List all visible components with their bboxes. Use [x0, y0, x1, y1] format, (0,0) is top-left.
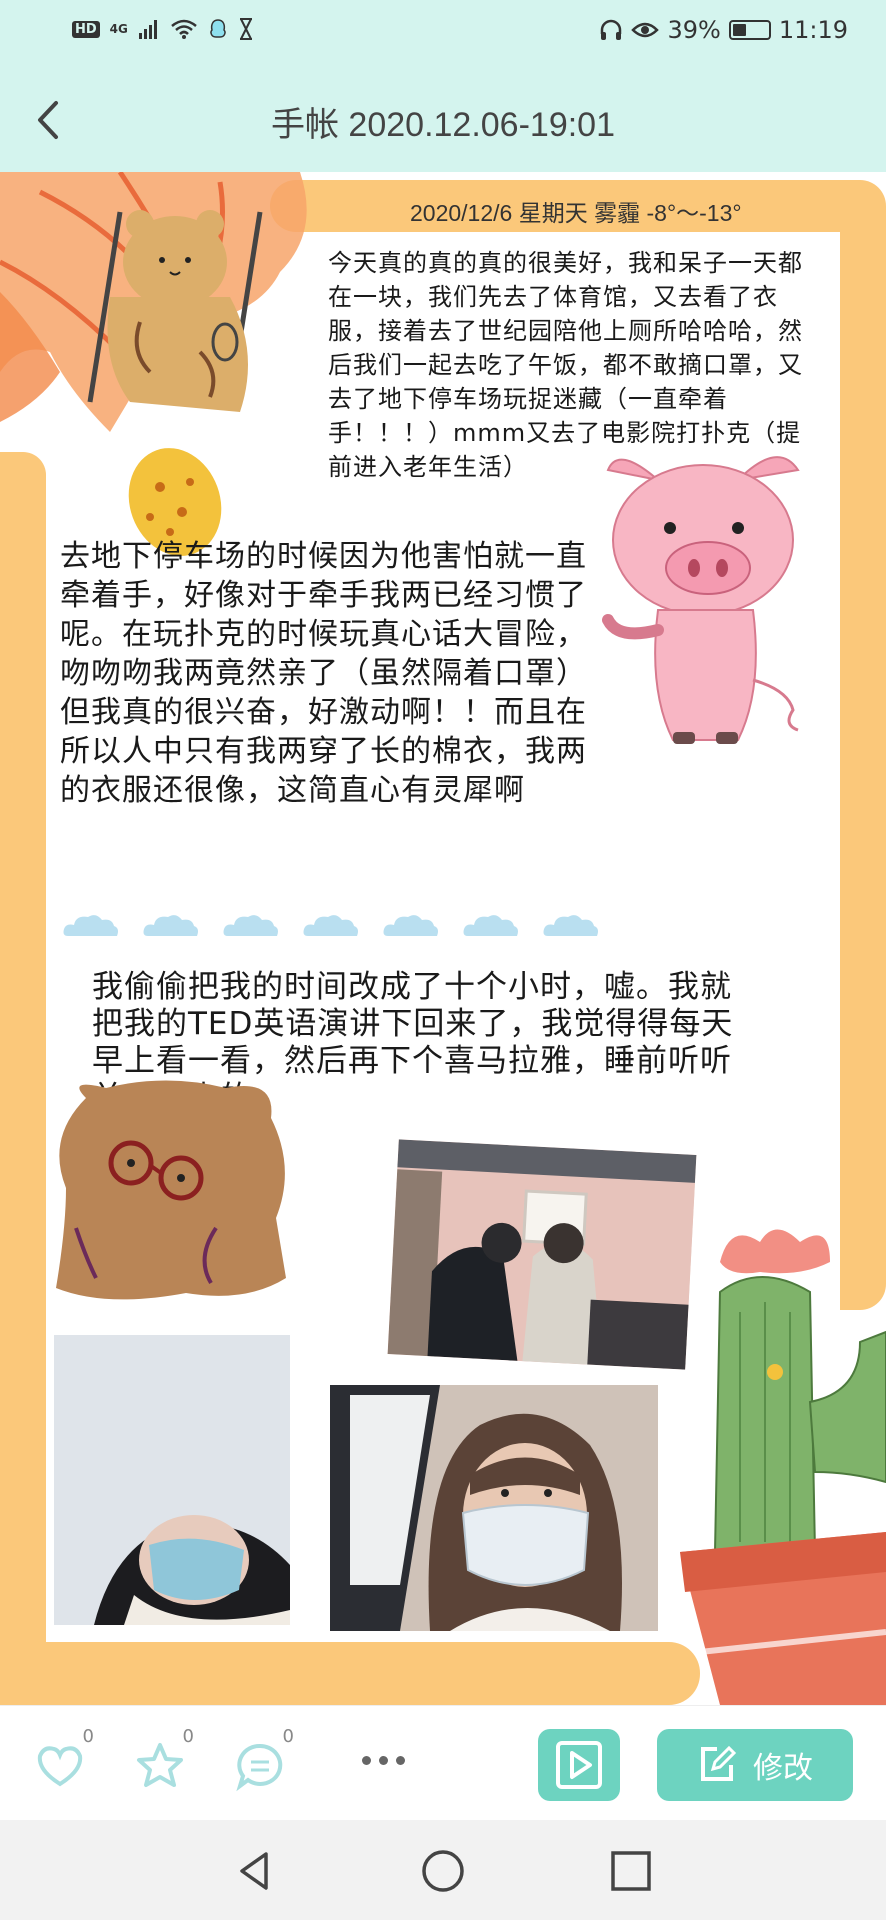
wifi-icon: [171, 19, 197, 39]
photo-selfie-car[interactable]: [330, 1385, 658, 1631]
hourglass-icon: [239, 18, 252, 40]
nav-recent-icon[interactable]: [608, 1848, 654, 1894]
battery-percent: 39%: [667, 16, 721, 44]
photo-image: [387, 1139, 697, 1370]
play-button[interactable]: [538, 1729, 620, 1801]
action-bar: 0 0 0 修改: [0, 1705, 886, 1820]
play-icon: [556, 1741, 602, 1789]
more-icon[interactable]: [362, 1756, 405, 1765]
star-icon: [137, 1743, 183, 1787]
edit-icon: [701, 1745, 737, 1781]
heart-icon: [37, 1746, 83, 1787]
photo-image: [330, 1385, 658, 1631]
hd-badge: HD: [72, 20, 100, 38]
headphones-icon: [601, 19, 622, 40]
bear-glasses-sticker: [56, 1080, 286, 1300]
like-count: 0: [82, 1726, 94, 1747]
favorite-button[interactable]: 0: [134, 1726, 194, 1792]
cloud-icon: [223, 915, 278, 936]
photo-mirror-selfie[interactable]: [387, 1139, 697, 1370]
battery-icon: [728, 20, 771, 40]
network-label: 4G: [109, 22, 128, 36]
edit-label: 修改: [753, 1751, 813, 1786]
pig-sticker: [602, 456, 800, 744]
eye-comfort-icon: [631, 22, 660, 38]
nav-back-icon[interactable]: [232, 1848, 278, 1894]
cloud-icon: [63, 915, 118, 936]
frame-right: [840, 180, 886, 1310]
cloud-divider: [62, 912, 600, 940]
comment-count: 0: [282, 1726, 294, 1747]
journal-canvas: 2020/12/6 星期天 雾霾 -8°～-13° 今天真的真的真的很美好，我和…: [0, 172, 886, 1705]
status-bar: HD 4G 39% 11:19: [0, 0, 886, 65]
cloud-icon: [143, 915, 198, 936]
frame-bottom: [0, 1642, 700, 1705]
app-notification-icon: [210, 19, 226, 38]
cloud-icon: [303, 915, 358, 936]
status-right: 39% 11:19: [599, 16, 848, 44]
comment-button[interactable]: 0: [234, 1726, 294, 1792]
cactus-sticker: [680, 1229, 886, 1705]
cloud-icon: [463, 915, 518, 936]
cloud-icon: [383, 915, 438, 936]
journal-paragraph-2: 去地下停车场的时候因为他害怕就一直牵着手，好像对于牵手我两已经习惯了呢。在玩扑克…: [60, 539, 587, 808]
signal-icon: [138, 20, 157, 39]
like-button[interactable]: 0: [34, 1726, 94, 1792]
system-nav-bar: [0, 1820, 886, 1920]
page-title: 手帐 2020.12.06-19:01: [270, 106, 616, 144]
clock: 11:19: [778, 16, 848, 44]
edit-button[interactable]: 修改: [657, 1729, 853, 1801]
comment-icon: [236, 1743, 283, 1792]
bear-swing-sticker: [87, 210, 263, 412]
frame-left: [0, 452, 46, 1705]
favorite-count: 0: [182, 1726, 194, 1747]
photo-selfie-sky[interactable]: [54, 1335, 290, 1625]
nav-home-icon[interactable]: [420, 1848, 466, 1894]
cloud-icon: [543, 915, 598, 936]
photo-image: [54, 1335, 290, 1625]
app-bar: 手帐 2020.12.06-19:01: [0, 65, 886, 172]
status-left: HD 4G: [72, 18, 254, 40]
journal-date-weather: 2020/12/6 星期天 雾霾 -8°～-13°: [410, 200, 742, 226]
